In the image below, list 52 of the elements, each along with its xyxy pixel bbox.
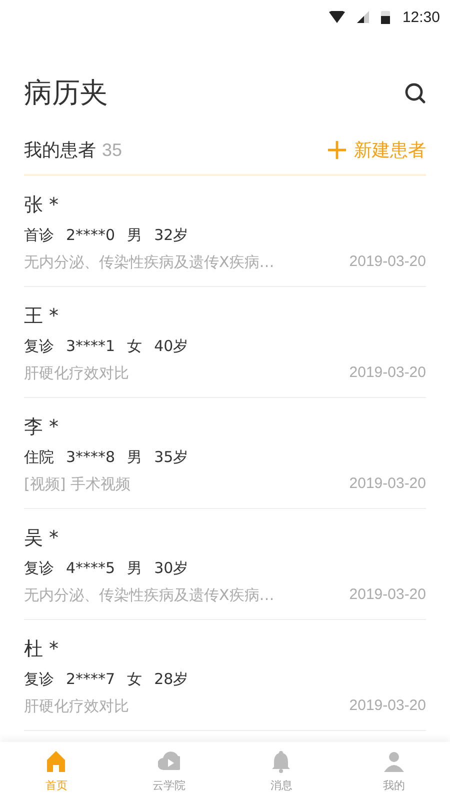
visit-type: 住院 [24, 448, 54, 467]
patient-gender: 男 [127, 226, 142, 245]
record-date: 2019-03-20 [349, 475, 426, 494]
patient-name: 王 * [24, 304, 60, 329]
profile-icon [382, 750, 405, 774]
patient-name: 李 * [24, 415, 60, 440]
record-note: 肝硬化疗效对比 [24, 364, 129, 383]
patient-id: 3****8 [66, 448, 116, 467]
visit-type: 复诊 [24, 670, 54, 689]
record-note: 无内分泌、传染性疾病及遗传X疾病… [24, 586, 274, 605]
patient-age: 40岁 [154, 337, 188, 356]
visit-type: 复诊 [24, 559, 54, 578]
record-note: [视频] 手术视频 [24, 475, 130, 494]
patient-name: 吴 * [24, 526, 60, 551]
patient-age: 30岁 [154, 559, 188, 578]
visit-type: 首诊 [24, 226, 54, 245]
wifi-icon [329, 11, 346, 23]
patient-name: 张 * [24, 193, 60, 218]
battery-icon [381, 10, 390, 24]
visit-type: 复诊 [24, 337, 54, 356]
patient-count: 35 [102, 140, 122, 161]
home-icon [45, 750, 68, 774]
patient-age: 35岁 [154, 448, 188, 467]
patient-id: 2****7 [66, 670, 116, 689]
patient-row[interactable]: 王 * 复诊 3****1 女 40岁 肝硬化疗效对比 2019-03-20 [24, 287, 426, 398]
plus-icon [328, 141, 346, 159]
patient-row[interactable]: 张 * 首诊 2****0 男 32岁 无内分泌、传染性疾病及遗传X疾病… 2019-03-20 [24, 176, 426, 287]
page-title: 病历夹 [24, 75, 108, 111]
patient-id: 3****1 [66, 337, 116, 356]
patient-name: 杜 * [24, 637, 60, 662]
patient-gender: 男 [127, 559, 142, 578]
record-note: 肝硬化疗效对比 [24, 697, 129, 716]
patient-gender: 男 [127, 448, 142, 467]
record-note: 无内分泌、传染性疾病及遗传X疾病… [24, 253, 274, 272]
patient-row[interactable]: 杜 * 复诊 2****7 女 28岁 肝硬化疗效对比 2019-03-20 [24, 620, 426, 731]
patient-row[interactable]: 吴 * 复诊 4****5 男 30岁 无内分泌、传染性疾病及遗传X疾病… 2019-03-20 [24, 509, 426, 620]
patient-id: 4****5 [66, 559, 116, 578]
record-date: 2019-03-20 [349, 253, 426, 272]
search-icon[interactable] [404, 82, 426, 104]
status-time: 12:30 [402, 8, 440, 26]
section-label: 我的患者 [24, 139, 96, 162]
patient-gender: 女 [127, 337, 142, 356]
record-date: 2019-03-20 [349, 364, 426, 383]
patient-id: 2****0 [66, 226, 116, 245]
patient-gender: 女 [127, 670, 142, 689]
signal-icon [357, 11, 370, 23]
patient-age: 28岁 [154, 670, 188, 689]
patient-age: 32岁 [154, 226, 188, 245]
record-date: 2019-03-20 [349, 697, 426, 716]
messages-icon [270, 750, 292, 774]
record-date: 2019-03-20 [349, 586, 426, 605]
patient-row[interactable]: 李 * 住院 3****8 男 35岁 [视频] 手术视频 2019-03-20 [24, 398, 426, 509]
